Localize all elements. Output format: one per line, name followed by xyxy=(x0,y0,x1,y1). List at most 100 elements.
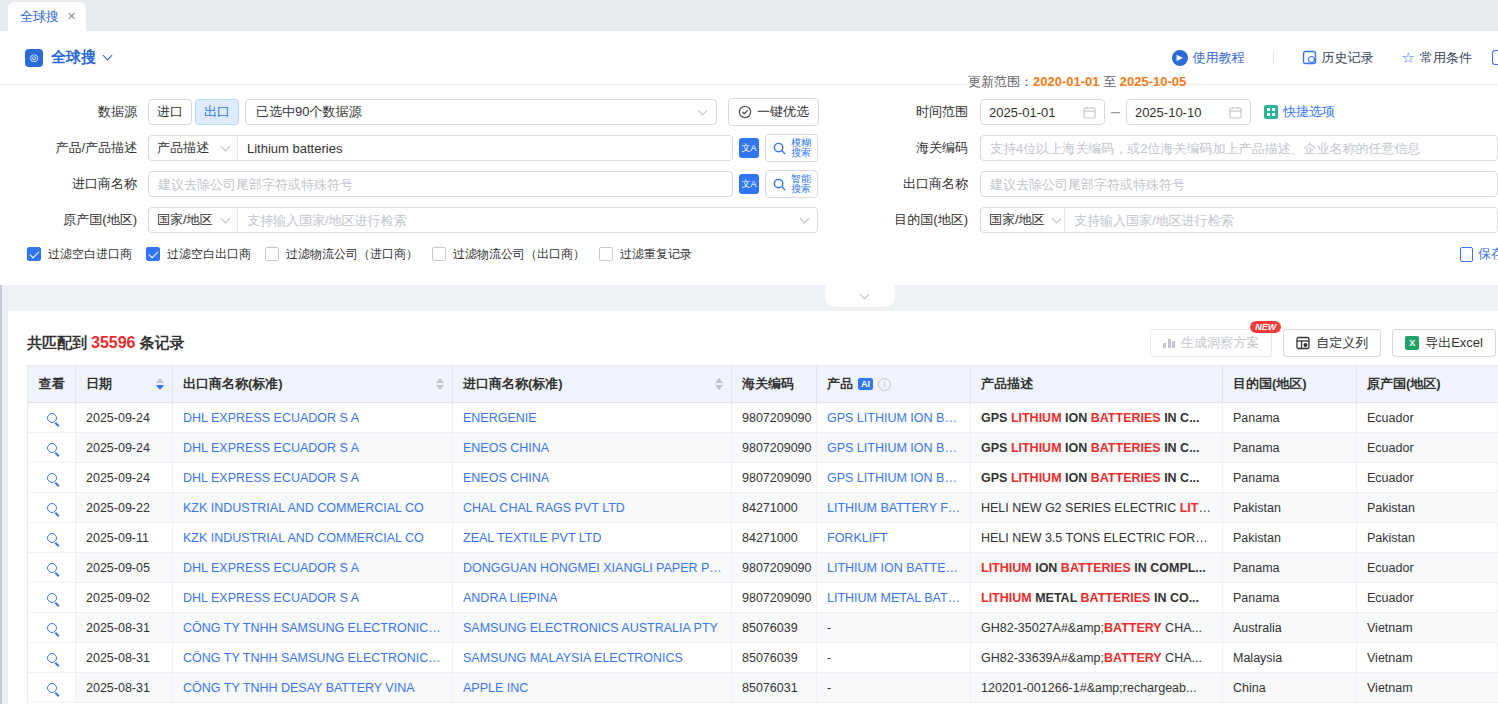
translate-icon[interactable]: 文A xyxy=(739,138,759,158)
custom-columns-button[interactable]: 自定义列 xyxy=(1283,329,1381,357)
filter-checkbox[interactable]: 过滤物流公司（进口商） xyxy=(265,246,418,263)
checkbox-icon[interactable] xyxy=(432,247,446,261)
filter-checkbox[interactable]: 过滤重复记录 xyxy=(599,246,692,263)
collapse-toggle[interactable] xyxy=(825,285,895,307)
product-cell: GPS LITHIUM ION BAT... xyxy=(817,433,971,463)
hs-code-cell: 9807209090 xyxy=(732,433,817,463)
history-link[interactable]: 历史记录 xyxy=(1302,49,1374,67)
magnifier-icon[interactable] xyxy=(47,503,57,513)
importer-link[interactable]: ENEOS CHINA xyxy=(463,441,549,455)
tutorial-link[interactable]: ▶ 使用教程 xyxy=(1172,49,1245,67)
product-type-select[interactable]: 产品描述 xyxy=(149,136,238,160)
origin-cell: Ecuador xyxy=(1357,403,1498,433)
exporter-link[interactable]: DHL EXPRESS ECUADOR S A xyxy=(183,411,359,425)
tab-close-icon[interactable]: ✕ xyxy=(67,10,76,23)
filter-row: 过滤空白进口商过滤空白出口商过滤物流公司（进口商） 过滤物流公司（出口商） 过滤重复… xyxy=(0,233,1498,263)
product-link[interactable]: LITHIUM METAL BATT... xyxy=(827,591,962,605)
data-source-select[interactable]: 已选中90个数据源 xyxy=(245,99,717,125)
product-link[interactable]: FORKLIFT xyxy=(827,531,887,545)
importer-link[interactable]: ZEAL TEXTILE PVT LTD xyxy=(463,531,601,545)
checkbox-icon[interactable] xyxy=(265,247,279,261)
favorites-link[interactable]: ☆ 常用条件 xyxy=(1402,49,1472,67)
table-row: 2025-09-05DHL EXPRESS ECUADOR S ADONGGUA… xyxy=(28,553,1497,583)
exporter-link[interactable]: DHL EXPRESS ECUADOR S A xyxy=(183,441,359,455)
exporter-link[interactable]: CÔNG TY TNHH SAMSUNG ELECTRONICS ... xyxy=(183,621,444,635)
checkbox-icon[interactable] xyxy=(599,247,613,261)
destination-country-input[interactable] xyxy=(1065,208,1497,232)
exporter-link[interactable]: KZK INDUSTRIAL AND COMMERCIAL CO xyxy=(183,501,424,515)
product-label: 产品/产品描述 xyxy=(0,139,137,157)
product-link[interactable]: LITHIUM ION BATTERY xyxy=(827,561,962,575)
magnifier-icon[interactable] xyxy=(47,413,57,423)
col-date[interactable]: 日期 xyxy=(76,366,173,403)
title-chevron-down-icon[interactable] xyxy=(103,51,113,61)
product-link[interactable]: GPS LITHIUM ION BAT... xyxy=(827,441,962,455)
fuzzy-search-button[interactable]: 模糊搜索 xyxy=(765,134,818,162)
magnifier-icon[interactable] xyxy=(47,653,57,663)
export-toggle[interactable]: 出口 xyxy=(195,99,239,125)
smart-search-button[interactable]: 智能搜索 xyxy=(765,170,818,198)
translate-icon[interactable]: 文A xyxy=(739,174,759,194)
destination-cell: Panama xyxy=(1223,403,1357,433)
checkbox-icon[interactable] xyxy=(27,247,41,261)
importer-link[interactable]: SAMSUNG ELECTRONICS AUSTRALIA PTY xyxy=(463,621,718,635)
filter-checkbox[interactable]: 过滤空白出口商 xyxy=(146,246,251,263)
importer-cell: DONGGUAN HONGMEI XIANGLI PAPER PR... xyxy=(453,553,732,583)
save-condition-link[interactable]: 保存 xyxy=(1460,245,1498,263)
one-key-optimize-button[interactable]: 一键优选 xyxy=(728,98,819,126)
hs-code-cell: 9807209090 xyxy=(732,553,817,583)
importer-link[interactable]: CHAL CHAL RAGS PVT LTD xyxy=(463,501,625,515)
product-link[interactable]: GPS LITHIUM ION BAT... xyxy=(827,471,962,485)
magnifier-icon[interactable] xyxy=(47,563,57,573)
exporter-link[interactable]: DHL EXPRESS ECUADOR S A xyxy=(183,591,359,605)
magnifier-icon[interactable] xyxy=(47,593,57,603)
product-cell: LITHIUM METAL BATT... xyxy=(817,583,971,613)
date-from-input[interactable]: 2025-01-01 xyxy=(980,99,1105,125)
importer-link[interactable]: ANDRA LIEPINA xyxy=(463,591,557,605)
destination-country-select[interactable]: 国家/地区 xyxy=(981,208,1065,232)
exporter-input[interactable] xyxy=(980,171,1498,197)
calendar-icon xyxy=(1229,106,1242,119)
product-link[interactable]: LITHIUM BATTERY FO... xyxy=(827,501,962,515)
checkbox-icon[interactable] xyxy=(146,247,160,261)
export-excel-button[interactable]: X 导出Excel xyxy=(1392,329,1496,357)
magnifier-icon[interactable] xyxy=(47,443,57,453)
magnifier-icon[interactable] xyxy=(47,623,57,633)
magnifier-icon[interactable] xyxy=(47,473,57,483)
magnifier-icon[interactable] xyxy=(47,683,57,693)
origin-country-input[interactable] xyxy=(238,208,793,232)
product-cell: - xyxy=(817,673,971,703)
exporter-link[interactable]: CÔNG TY TNHH SAMSUNG ELECTRONICS ... xyxy=(183,651,444,665)
importer-link[interactable]: SAMSUNG MALAYSIA ELECTRONICS xyxy=(463,651,683,665)
info-icon[interactable]: i xyxy=(878,378,891,391)
origin-country-select[interactable]: 国家/地区 xyxy=(149,208,238,232)
col-importer[interactable]: 进口商名称(标准) xyxy=(453,366,732,403)
exporter-link[interactable]: DHL EXPRESS ECUADOR S A xyxy=(183,471,359,485)
importer-link[interactable]: ENEOS CHINA xyxy=(463,471,549,485)
hs-code-cell: 84271000 xyxy=(732,523,817,553)
exporter-link[interactable]: CÔNG TY TNHH DESAY BATTERY VINA xyxy=(183,681,415,695)
app-icon: ◎ xyxy=(25,49,43,67)
time-range-label: 时间范围 xyxy=(818,103,968,121)
importer-input[interactable] xyxy=(148,171,733,197)
product-input[interactable] xyxy=(238,136,732,160)
filter-checkbox[interactable]: 过滤空白进口商 xyxy=(27,246,132,263)
search-form: 更新范围：2020-01-01 至 2025-10-05 数据源 进口 出口 已… xyxy=(0,85,1498,233)
date-to-input[interactable]: 2025-10-10 xyxy=(1126,99,1251,125)
tab-global-search[interactable]: 全球搜 ✕ xyxy=(8,2,86,31)
filter-checkbox[interactable]: 过滤物流公司（出口商） xyxy=(432,246,585,263)
exporter-link[interactable]: DHL EXPRESS ECUADOR S A xyxy=(183,561,359,575)
quick-options-link[interactable]: 快捷选项 xyxy=(1264,103,1335,121)
hs-code-input[interactable] xyxy=(980,135,1498,161)
import-toggle[interactable]: 进口 xyxy=(148,99,192,125)
magnifier-icon[interactable] xyxy=(47,533,57,543)
save-icon xyxy=(1460,247,1473,262)
exporter-link[interactable]: KZK INDUSTRIAL AND COMMERCIAL CO xyxy=(183,531,424,545)
importer-link[interactable]: APPLE INC xyxy=(463,681,528,695)
view-cell xyxy=(28,643,76,673)
importer-link[interactable]: ENERGENIE xyxy=(463,411,537,425)
product-link[interactable]: GPS LITHIUM ION BAT... xyxy=(827,411,962,425)
col-exporter[interactable]: 出口商名称(标准) xyxy=(173,366,453,403)
generate-insight-button[interactable]: 生成洞察方案 NEW xyxy=(1150,329,1272,357)
importer-link[interactable]: DONGGUAN HONGMEI XIANGLI PAPER PR... xyxy=(463,561,723,575)
